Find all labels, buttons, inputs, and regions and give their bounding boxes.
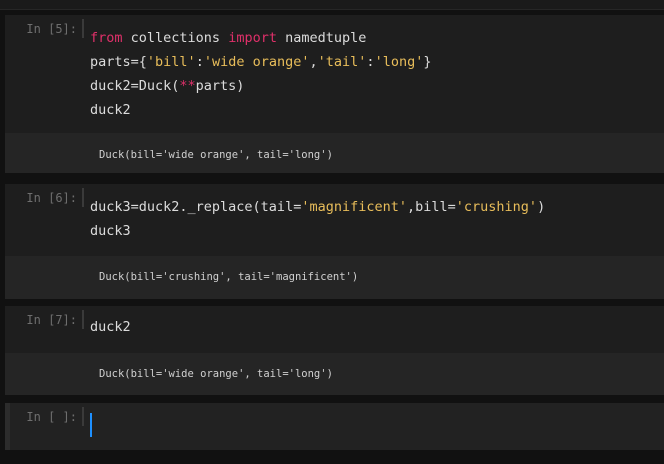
code-text: duck2: [90, 102, 131, 118]
active-cell-indicator: [5, 403, 10, 450]
code-text: ): [537, 199, 546, 215]
code-string: 'bill': [146, 54, 196, 70]
code-text: ,bill=: [407, 199, 456, 215]
code-text: parts): [195, 78, 245, 94]
prompt-divider: [82, 19, 84, 38]
text-cursor: [90, 413, 92, 437]
notebook-cell[interactable]: In [7]: duck2 Duck(bill='wide orange', t…: [5, 306, 664, 395]
notebook-top-bar: [0, 0, 664, 10]
cell-prompt: In [5]:: [26, 22, 77, 36]
code-line[interactable]: from collections import namedtuple: [90, 30, 366, 46]
code-line[interactable]: duck2: [90, 319, 131, 335]
code-keyword: from: [90, 30, 123, 46]
code-line[interactable]: duck2=Duck(**parts): [90, 78, 244, 94]
output-area: Duck(bill='crushing', tail='magnificent'…: [5, 256, 664, 299]
code-string: 'wide orange': [203, 54, 310, 70]
notebook-cell[interactable]: In [5]: from collections import namedtup…: [5, 15, 664, 173]
code-text: duck2: [90, 319, 131, 335]
code-string: 'crushing': [455, 199, 538, 215]
code-text: namedtuple: [276, 30, 367, 46]
code-text: :: [366, 54, 375, 70]
code-line[interactable]: duck3=duck2._replace(tail='magnificent',…: [90, 199, 545, 215]
code-editor[interactable]: duck3=duck2._replace(tail='magnificent',…: [90, 195, 545, 243]
code-text: parts={: [90, 54, 147, 70]
code-text: collections: [122, 30, 229, 46]
prompt-divider: [82, 310, 84, 329]
code-editor[interactable]: from collections import namedtuple parts…: [90, 26, 431, 122]
code-keyword: **: [179, 78, 196, 94]
output-area: Duck(bill='wide orange', tail='long'): [5, 353, 664, 395]
code-line[interactable]: parts={'bill':'wide orange','tail':'long…: [90, 54, 431, 70]
code-line[interactable]: duck3: [90, 223, 131, 239]
prompt-divider: [82, 188, 84, 207]
code-text: ,: [309, 54, 318, 70]
code-editor[interactable]: duck2: [90, 315, 131, 339]
output-text: Duck(bill='wide orange', tail='long'): [99, 368, 333, 380]
output-text: Duck(bill='wide orange', tail='long'): [99, 149, 333, 161]
code-text: :: [195, 54, 204, 70]
code-text: duck3: [90, 223, 131, 239]
code-string: 'tail': [317, 54, 367, 70]
notebook-cell[interactable]: In [6]: duck3=duck2._replace(tail='magni…: [5, 184, 664, 299]
cell-prompt: In [7]:: [26, 313, 77, 327]
output-text: Duck(bill='crushing', tail='magnificent'…: [99, 271, 359, 283]
code-text: }: [423, 54, 432, 70]
code-string: 'magnificent': [301, 199, 407, 215]
code-text: duck2=Duck(: [90, 78, 180, 94]
code-line[interactable]: duck2: [90, 102, 131, 118]
cell-prompt: In [ ]:: [26, 410, 77, 424]
output-area: Duck(bill='wide orange', tail='long'): [5, 133, 664, 173]
active-notebook-cell[interactable]: In [ ]:: [5, 403, 664, 450]
cell-prompt: In [6]:: [26, 191, 77, 205]
code-keyword: import: [228, 30, 277, 46]
prompt-divider: [82, 407, 84, 426]
code-string: 'long': [374, 54, 424, 70]
code-text: duck3=duck2._replace(tail=: [90, 199, 302, 215]
